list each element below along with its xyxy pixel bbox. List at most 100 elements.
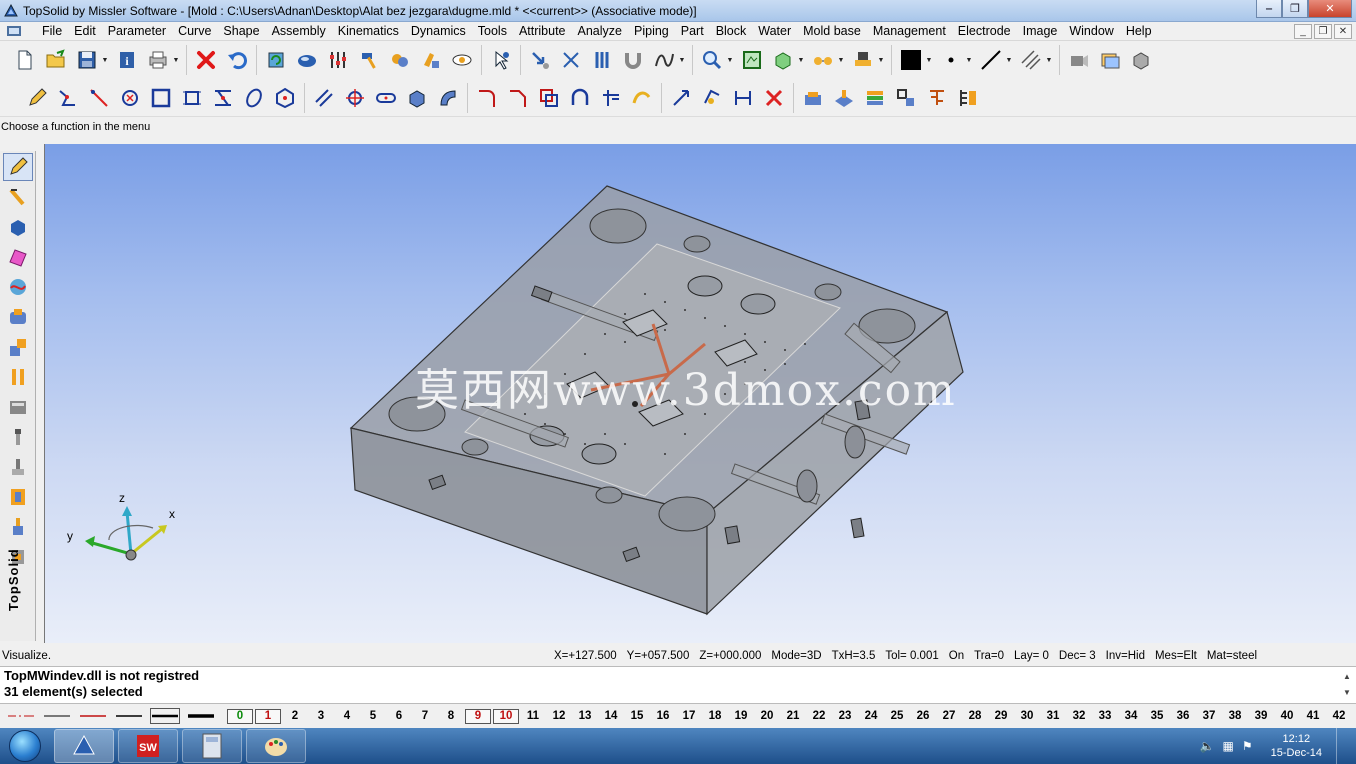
open-file-button[interactable] xyxy=(43,47,69,73)
layer-7[interactable]: 7 xyxy=(412,710,438,722)
status-invisible[interactable]: Inv=Hid xyxy=(1106,650,1145,662)
save-button[interactable] xyxy=(74,47,100,73)
layer-37[interactable]: 37 xyxy=(1196,710,1222,722)
menu-tools[interactable]: Tools xyxy=(472,24,513,38)
menu-management[interactable]: Management xyxy=(867,24,952,38)
layer-0[interactable]: 0 xyxy=(227,708,253,724)
layer-12[interactable]: 12 xyxy=(546,710,572,722)
chamfer-button[interactable] xyxy=(505,85,531,111)
status-transparency[interactable]: Tra=0 xyxy=(974,650,1004,662)
magnet-button[interactable] xyxy=(620,47,646,73)
line-style-thin[interactable] xyxy=(42,708,72,724)
doc-minimize-button[interactable]: _ xyxy=(1294,24,1312,39)
action-center-icon[interactable]: ⚑ xyxy=(1242,739,1253,753)
layer-21[interactable]: 21 xyxy=(780,710,806,722)
doc-restore-button[interactable]: ❐ xyxy=(1314,24,1332,39)
view-orient-dropdown[interactable]: ▼ xyxy=(797,47,805,73)
layer-32[interactable]: 32 xyxy=(1066,710,1092,722)
menu-dynamics[interactable]: Dynamics xyxy=(405,24,472,38)
layer-19[interactable]: 19 xyxy=(728,710,754,722)
layer-3[interactable]: 3 xyxy=(308,710,334,722)
curve-mode-button[interactable] xyxy=(3,183,33,211)
status-text-height[interactable]: TxH=3.5 xyxy=(832,650,876,662)
shape-mode-button[interactable] xyxy=(3,273,33,301)
visibility-button[interactable] xyxy=(449,47,475,73)
point-button[interactable] xyxy=(342,85,368,111)
layer-23[interactable]: 23 xyxy=(832,710,858,722)
status-material[interactable]: Mat=steel xyxy=(1207,650,1257,662)
menu-file[interactable]: File xyxy=(36,24,68,38)
mold-part-button[interactable] xyxy=(800,85,826,111)
cross-section-button[interactable] xyxy=(598,85,624,111)
layer-39[interactable]: 39 xyxy=(1248,710,1274,722)
layer-27[interactable]: 27 xyxy=(936,710,962,722)
direction-button[interactable] xyxy=(668,85,694,111)
message-scrollbar[interactable]: ▲ ▼ xyxy=(1340,669,1354,701)
layer-14[interactable]: 14 xyxy=(598,710,624,722)
hatch-button[interactable] xyxy=(1018,47,1044,73)
layer-1[interactable]: 1 xyxy=(255,708,281,724)
assembly-tool-button[interactable] xyxy=(387,47,413,73)
bom-button[interactable] xyxy=(955,85,981,111)
pick-tool-button[interactable] xyxy=(527,47,553,73)
minimize-button[interactable]: ‒ xyxy=(1256,0,1282,18)
layer-26[interactable]: 26 xyxy=(910,710,936,722)
line-style-extra-thick[interactable] xyxy=(186,708,216,724)
menu-curve[interactable]: Curve xyxy=(172,24,217,38)
3d-viewport[interactable]: z x y 莫西网www.3dmox.com xyxy=(44,144,1356,643)
menu-piping[interactable]: Piping xyxy=(628,24,675,38)
electrode-mode-button[interactable] xyxy=(3,513,33,541)
menu-window[interactable]: Window xyxy=(1063,24,1119,38)
layer-41[interactable]: 41 xyxy=(1300,710,1326,722)
layers-button[interactable] xyxy=(1097,47,1123,73)
network-icon[interactable]: ▦ xyxy=(1223,739,1234,753)
taskbar-solidworks[interactable]: SW xyxy=(118,729,178,763)
line-button[interactable] xyxy=(86,85,112,111)
menu-block[interactable]: Block xyxy=(710,24,753,38)
line-style-button[interactable] xyxy=(978,47,1004,73)
sketch-mode-button[interactable] xyxy=(3,153,33,181)
ejector-mode-button[interactable] xyxy=(3,453,33,481)
layer-34[interactable]: 34 xyxy=(1118,710,1144,722)
render-button[interactable] xyxy=(294,47,320,73)
status-measure[interactable]: Mes=Elt xyxy=(1155,650,1197,662)
layer-22[interactable]: 22 xyxy=(806,710,832,722)
taskbar-paint[interactable] xyxy=(246,729,306,763)
pin-mode-button[interactable] xyxy=(3,363,33,391)
layer-31[interactable]: 31 xyxy=(1040,710,1066,722)
hammer-tool-button[interactable] xyxy=(356,47,382,73)
assembly-mode-button[interactable] xyxy=(3,333,33,361)
layer-36[interactable]: 36 xyxy=(1170,710,1196,722)
curves-dropdown[interactable]: ▼ xyxy=(678,47,686,73)
select-tool-button[interactable] xyxy=(488,47,514,73)
component-button[interactable] xyxy=(893,85,919,111)
dimension-button[interactable] xyxy=(730,85,756,111)
layer-28[interactable]: 28 xyxy=(962,710,988,722)
menu-shape[interactable]: Shape xyxy=(217,24,265,38)
layer-5[interactable]: 5 xyxy=(360,710,386,722)
layer-40[interactable]: 40 xyxy=(1274,710,1300,722)
drawing-mode-button[interactable] xyxy=(3,393,33,421)
offset-button[interactable] xyxy=(536,85,562,111)
layer-20[interactable]: 20 xyxy=(754,710,780,722)
solid-mode-button[interactable] xyxy=(3,213,33,241)
layer-6[interactable]: 6 xyxy=(386,710,412,722)
polyline-button[interactable] xyxy=(55,85,81,111)
layer-30[interactable]: 30 xyxy=(1014,710,1040,722)
rectangle-button[interactable] xyxy=(148,85,174,111)
status-on[interactable]: On xyxy=(949,650,964,662)
menu-mold-base[interactable]: Mold base xyxy=(797,24,867,38)
trim-button[interactable] xyxy=(210,85,236,111)
menu-water[interactable]: Water xyxy=(752,24,797,38)
polygon-button[interactable] xyxy=(272,85,298,111)
restore-button[interactable]: ❐ xyxy=(1282,0,1308,18)
measure-button[interactable] xyxy=(589,47,615,73)
menu-help[interactable]: Help xyxy=(1120,24,1158,38)
print-preview-dropdown[interactable]: ▼ xyxy=(877,47,885,73)
frame-button[interactable] xyxy=(179,85,205,111)
properties-button[interactable]: i xyxy=(114,47,140,73)
print-preview-button[interactable] xyxy=(850,47,876,73)
glasses-dropdown[interactable]: ▼ xyxy=(837,47,845,73)
layer-42[interactable]: 42 xyxy=(1326,710,1352,722)
mold-plate-button[interactable] xyxy=(831,85,857,111)
